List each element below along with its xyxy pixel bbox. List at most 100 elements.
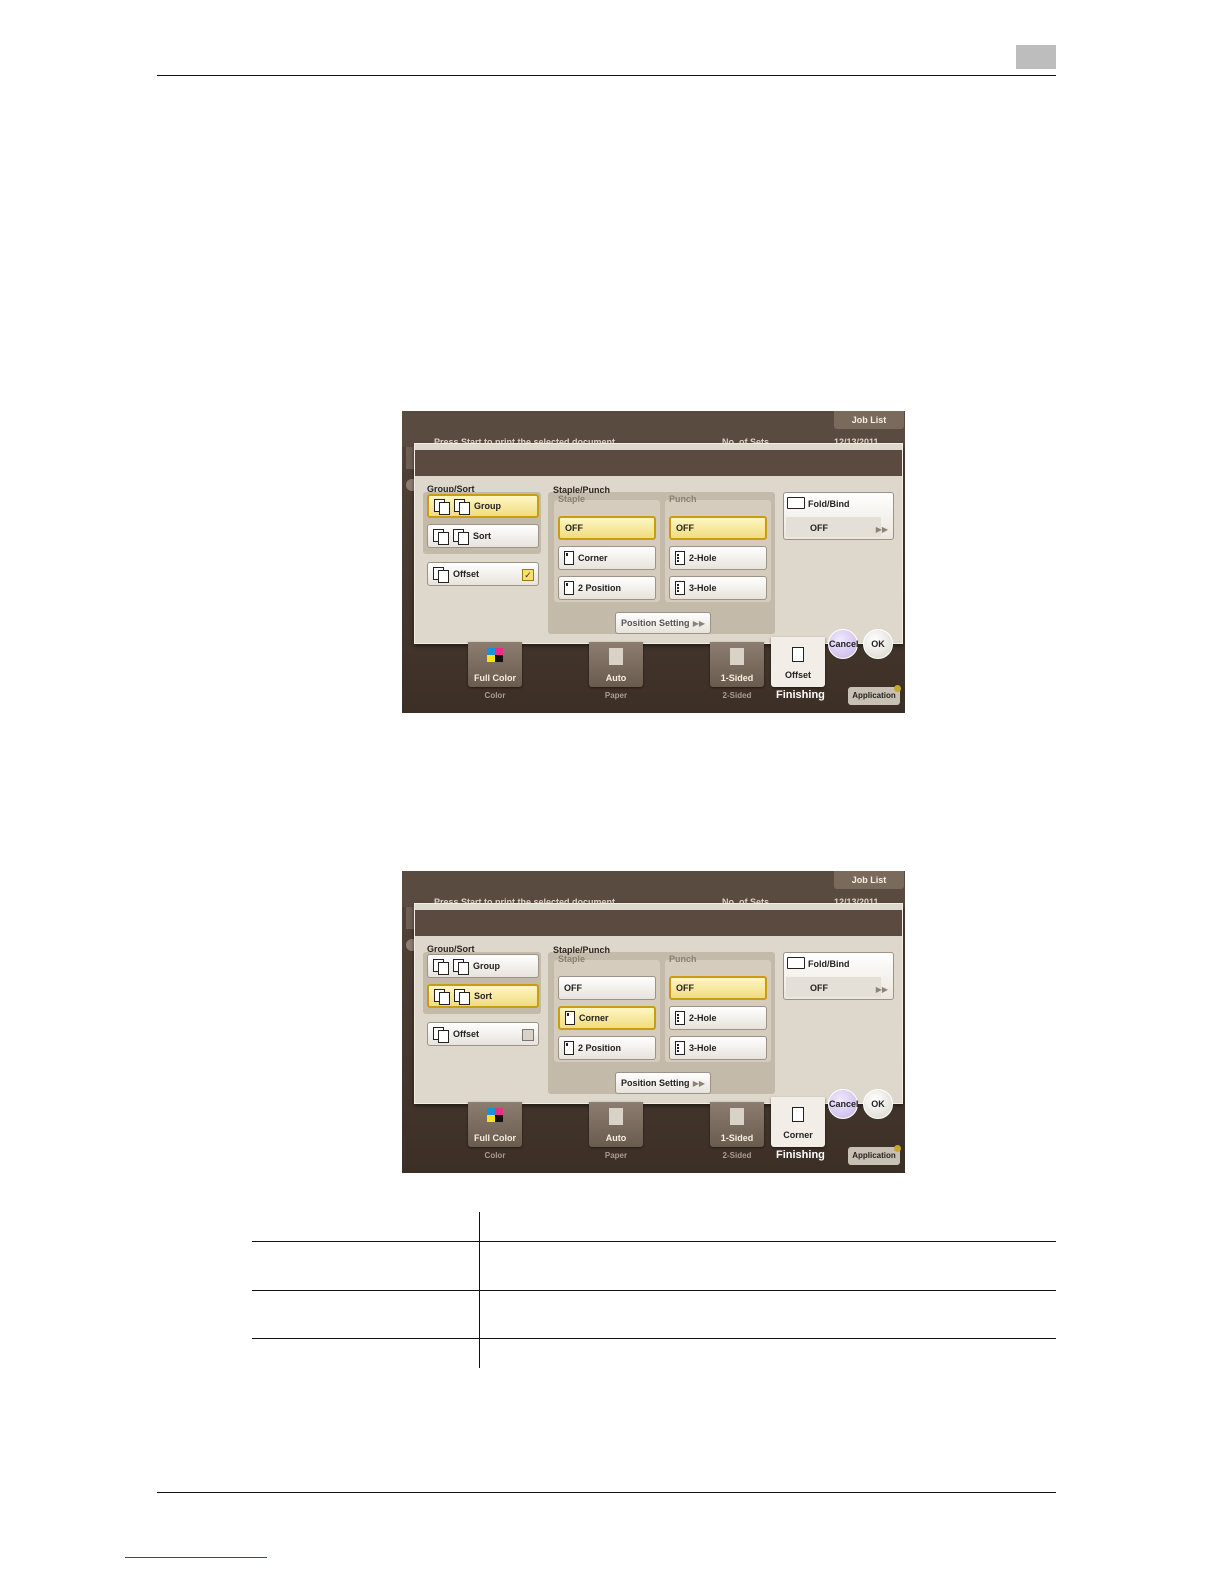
fold-bind-button[interactable]: Fold/Bind OFF ▶▶ (783, 952, 894, 1000)
punch-2hole-label: 2-Hole (689, 553, 717, 563)
color-caption: Color (484, 1151, 506, 1160)
header-rule (157, 75, 1056, 76)
offset-button[interactable]: Offset ✓ (427, 562, 539, 586)
punch-2hole-button[interactable]: 2-Hole (669, 546, 767, 570)
double-chevron-icon: ▶▶ (875, 985, 888, 994)
fold-bind-value-field (786, 517, 881, 537)
group-button[interactable]: Group (427, 954, 539, 978)
punch-off-label: OFF (676, 523, 694, 533)
group-icon (433, 959, 449, 975)
punch-2hole-label: 2-Hole (689, 1013, 717, 1023)
finishing-dialog: Group/Sort Group Sort Offset ✓ Staple/Pu… (414, 443, 903, 644)
duplex-caption: 2-Sided (722, 691, 752, 700)
staple-corner-button[interactable]: Corner (558, 1006, 656, 1030)
page-number-tab (1016, 45, 1056, 69)
footer-link-underline[interactable] (125, 1557, 267, 1558)
staple-off-button[interactable]: OFF (558, 976, 656, 1000)
punch-3hole-button[interactable]: 3-Hole (669, 1036, 767, 1060)
ok-button[interactable]: OK (863, 629, 893, 659)
position-setting-button[interactable]: Position Setting ▶▶ (615, 1072, 711, 1094)
group-icon (453, 959, 469, 975)
color-tile[interactable]: Full Color (468, 1102, 522, 1147)
offset-button[interactable]: Offset (427, 1022, 539, 1046)
offset-label: Offset (453, 1029, 480, 1039)
finishing-tile[interactable]: Offset (771, 637, 825, 687)
duplex-tile-label: 1-Sided (720, 673, 754, 683)
duplex-tile[interactable]: 1-Sided (710, 1102, 764, 1147)
duplex-tile[interactable]: 1-Sided (710, 642, 764, 687)
job-list-button[interactable]: Job List (834, 871, 904, 889)
paper-tile-label: Auto (605, 1133, 627, 1143)
staple-corner-button[interactable]: Corner (558, 546, 656, 570)
sort-icon (433, 529, 449, 545)
sort-icon (453, 529, 469, 545)
application-button[interactable]: Application (848, 687, 900, 705)
offset-checkbox[interactable]: ✓ (522, 569, 534, 581)
punch-off-button[interactable]: OFF (669, 976, 767, 1000)
paper-caption: Paper (604, 691, 628, 700)
sort-button[interactable]: Sort (427, 984, 539, 1008)
dialog-header (415, 450, 902, 476)
double-chevron-icon: ▶▶ (692, 618, 705, 628)
corner-staple-icon (564, 551, 574, 565)
three-hole-icon (675, 581, 685, 595)
color-swatch-icon (487, 648, 503, 662)
staple-off-label: OFF (565, 523, 583, 533)
punch-3hole-button[interactable]: 3-Hole (669, 576, 767, 600)
position-setting-button[interactable]: Position Setting ▶▶ (615, 612, 711, 634)
cancel-button[interactable]: Cancel (828, 1089, 859, 1119)
staple-title: Staple (558, 954, 586, 964)
double-chevron-icon: ▶▶ (692, 1078, 705, 1088)
footer-rule (157, 1492, 1056, 1493)
fold-bind-title: Fold/Bind (808, 499, 850, 509)
table-row-rule (252, 1241, 1056, 1242)
finishing-caption: Finishing (776, 1149, 825, 1161)
punch-2hole-button[interactable]: 2-Hole (669, 1006, 767, 1030)
punch-3hole-label: 3-Hole (689, 583, 717, 593)
paper-tile[interactable]: Auto (589, 642, 643, 687)
finishing-tile-label: Offset (784, 670, 811, 680)
cancel-button[interactable]: Cancel (828, 629, 859, 659)
staple-off-label: OFF (564, 983, 582, 993)
color-swatch-icon (487, 1108, 503, 1122)
staple-2position-button[interactable]: 2 Position (558, 576, 656, 600)
punch-off-button[interactable]: OFF (669, 516, 767, 540)
corner-staple-icon (565, 1011, 575, 1025)
paper-icon (609, 648, 623, 665)
offset-icon (433, 567, 449, 583)
two-position-staple-icon (564, 1041, 574, 1055)
group-icon (454, 499, 470, 515)
offset-icon (792, 647, 804, 662)
job-list-button[interactable]: Job List (834, 411, 904, 429)
finishing-tile[interactable]: Corner (771, 1097, 825, 1147)
screen-corner-sort: Press Start to print the selected docume… (402, 871, 905, 1173)
sort-button[interactable]: Sort (427, 524, 539, 548)
status-dot-icon (894, 685, 901, 692)
sort-icon (434, 989, 450, 1005)
paper-tile-label: Auto (605, 673, 627, 683)
two-hole-icon (675, 551, 685, 565)
punch-off-label: OFF (676, 983, 694, 993)
paper-caption: Paper (604, 1151, 628, 1160)
ok-button[interactable]: OK (863, 1089, 893, 1119)
color-tile[interactable]: Full Color (468, 642, 522, 687)
group-button[interactable]: Group (427, 494, 539, 518)
paper-tile[interactable]: Auto (589, 1102, 643, 1147)
position-setting-label: Position Setting (621, 1078, 690, 1088)
fold-bind-value-field (786, 977, 881, 997)
fold-bind-button[interactable]: Fold/Bind OFF ▶▶ (783, 492, 894, 540)
application-button[interactable]: Application (848, 1147, 900, 1165)
sort-label: Sort (473, 531, 491, 541)
group-icon (434, 499, 450, 515)
punch-title: Punch (669, 494, 697, 504)
position-setting-label: Position Setting (621, 618, 690, 628)
table-row-rule (252, 1290, 1056, 1291)
staple-title: Staple (558, 494, 586, 504)
offset-checkbox[interactable] (522, 1029, 534, 1041)
two-hole-icon (675, 1011, 685, 1025)
screen-offset-group: Press Start to print the selected docume… (402, 411, 905, 713)
group-label: Group (473, 961, 500, 971)
staple-2position-button[interactable]: 2 Position (558, 1036, 656, 1060)
finishing-caption: Finishing (776, 689, 825, 701)
staple-off-button[interactable]: OFF (558, 516, 656, 540)
